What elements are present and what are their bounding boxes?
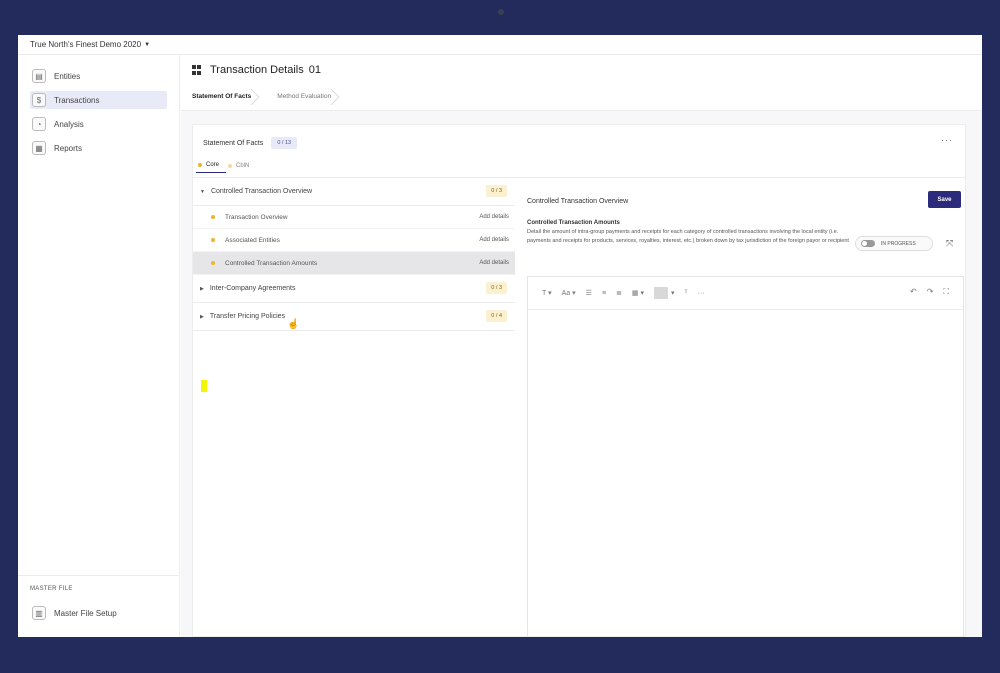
bulleted-list-icon[interactable]: ☰ [586, 289, 592, 297]
caret-down-icon: ▼ [200, 188, 205, 195]
sidebar-item-analysis[interactable]: ◔ Analysis [30, 115, 167, 133]
expand-icon[interactable]: ⤧ [946, 238, 953, 249]
page-title-text: Transaction Details [210, 64, 304, 76]
tab-bar: Core CblN [196, 162, 256, 173]
list-item-controlled-transaction-amounts[interactable]: Controlled Transaction Amounts Add detai… [193, 252, 515, 275]
sidebar-item-reports[interactable]: ▦ Reports [30, 139, 167, 157]
master-file-label: MASTER FILE [30, 586, 73, 592]
highlight-color-icon[interactable] [653, 287, 668, 299]
detail-panel: Controlled Transaction Overview Save Con… [527, 178, 965, 636]
rich-text-editor[interactable]: T ▾ Aa ▾ ☰ ≡ ≣ ▦ ▾ ▾ ᵀ ··· ↶ ↷ ⛶ [527, 276, 964, 636]
sidebar-item-label: Entities [54, 71, 81, 81]
caret-down-icon: ▼ [144, 41, 151, 48]
align-left-icon[interactable]: ≣ [616, 289, 622, 297]
detail-section-title: Controlled Transaction Overview [527, 198, 629, 205]
page-header: Transaction Details 01 Statement Of Fact… [181, 55, 982, 111]
more-tools-icon[interactable]: ··· [698, 290, 705, 297]
fullscreen-icon[interactable]: ⛶ [943, 287, 949, 297]
caret-right-icon: ▶ [200, 285, 204, 292]
redo-icon[interactable]: ↷ [927, 287, 934, 297]
tab-core[interactable]: Core [196, 162, 227, 173]
status-dot [211, 261, 215, 265]
step-method-evaluation[interactable]: Method Evaluation [265, 88, 345, 105]
master-file-section: MASTER FILE ▥ Master File Setup [18, 575, 179, 620]
report-icon: ▦ [32, 141, 46, 155]
camera-dot [498, 9, 504, 15]
sidebar-item-label: Reports [54, 143, 83, 153]
progress-badge: 0 / 13 [271, 137, 298, 149]
caret-right-icon: ▶ [200, 313, 204, 320]
toggle-switch[interactable] [861, 240, 875, 247]
status-label: IN PROGRESS [881, 240, 916, 247]
workspace-name: True North's Finest Demo 2020 [30, 40, 142, 49]
chevron-down-icon[interactable]: ▾ [671, 289, 675, 297]
workspace-switcher[interactable]: True North's Finest Demo 2020 ▼ [18, 35, 982, 55]
count-badge: 0 / 3 [486, 282, 507, 294]
add-details-link[interactable]: Add details [479, 260, 509, 266]
field-description: Detail the amount of intra-group payment… [527, 229, 849, 244]
document-icon: ▤ [32, 69, 46, 83]
undo-icon[interactable]: ↶ [910, 287, 917, 297]
save-button[interactable]: Save [928, 191, 961, 208]
text-style-dropdown[interactable]: T ▾ [542, 289, 552, 297]
chevron-right-icon [330, 88, 340, 105]
sidebar: ▤ Entities $ Transactions ◔ Analysis ▦ R… [18, 55, 180, 637]
sidebar-item-label: Transactions [54, 95, 100, 105]
card-title: Statement Of Facts [203, 139, 264, 147]
field-title: Controlled Transaction Amounts [527, 220, 620, 226]
status-dot [198, 163, 202, 167]
clear-format-icon[interactable]: ᵀ [685, 290, 688, 297]
card-header: Statement Of Facts 0 / 13 [203, 137, 298, 149]
add-details-link[interactable]: Add details [479, 237, 509, 243]
status-dot [211, 238, 215, 242]
chevron-right-icon [250, 88, 260, 105]
add-details-link[interactable]: Add details [479, 214, 509, 220]
count-badge: 0 / 3 [486, 185, 507, 197]
sidebar-item-transactions[interactable]: $ Transactions [30, 91, 167, 109]
highlight-marker [201, 380, 207, 392]
status-toggle[interactable]: IN PROGRESS [855, 236, 933, 251]
section-list: ▼ Controlled Transaction Overview 0 / 3 … [193, 178, 515, 392]
sidebar-item-label: Master File Setup [54, 608, 117, 618]
sidebar-item-label: Analysis [54, 119, 84, 129]
step-breadcrumb: Statement Of Facts Method Evaluation [192, 88, 345, 105]
chart-pie-icon: ◔ [32, 117, 46, 131]
main-content: Transaction Details 01 Statement Of Fact… [181, 55, 982, 637]
numbered-list-icon[interactable]: ≡ [602, 290, 606, 297]
group-controlled-transaction-overview[interactable]: ▼ Controlled Transaction Overview 0 / 3 [193, 178, 515, 206]
file-icon: ▥ [32, 606, 46, 620]
status-dot [211, 215, 215, 219]
statement-card: Statement Of Facts 0 / 13 ··· Core CblN … [192, 124, 966, 637]
page-title-number: 01 [308, 64, 321, 76]
step-statement-of-facts[interactable]: Statement Of Facts [192, 88, 265, 105]
sidebar-item-master-file-setup[interactable]: ▥ Master File Setup [32, 606, 179, 620]
status-dot [228, 163, 233, 168]
dollar-icon: $ [32, 93, 46, 107]
list-item-transaction-overview[interactable]: Transaction Overview Add details [193, 206, 515, 229]
sidebar-item-entities[interactable]: ▤ Entities [30, 67, 167, 85]
table-icon[interactable]: ▦ ▾ [632, 289, 644, 297]
list-item-associated-entities[interactable]: Associated Entities Add details [193, 229, 515, 252]
editor-history-tools: ↶ ↷ ⛶ [910, 287, 949, 297]
hand-cursor-icon: ☝ [287, 319, 300, 330]
tab-cbln[interactable]: CblN [226, 162, 256, 173]
editor-toolbar: T ▾ Aa ▾ ☰ ≡ ≣ ▦ ▾ ▾ ᵀ ··· ↶ ↷ ⛶ [528, 277, 963, 310]
group-transfer-pricing-policies[interactable]: ▶ Transfer Pricing Policies 0 / 4 [193, 303, 515, 331]
font-size-dropdown[interactable]: Aa ▾ [562, 289, 576, 297]
count-badge: 0 / 4 [486, 310, 507, 322]
group-inter-company-agreements[interactable]: ▶ Inter-Company Agreements 0 / 3 [193, 275, 515, 303]
more-options-icon[interactable]: ··· [941, 135, 953, 145]
app-window: True North's Finest Demo 2020 ▼ ▤ Entiti… [18, 35, 982, 637]
grid-icon [192, 65, 202, 75]
page-title: Transaction Details 01 [192, 64, 321, 76]
